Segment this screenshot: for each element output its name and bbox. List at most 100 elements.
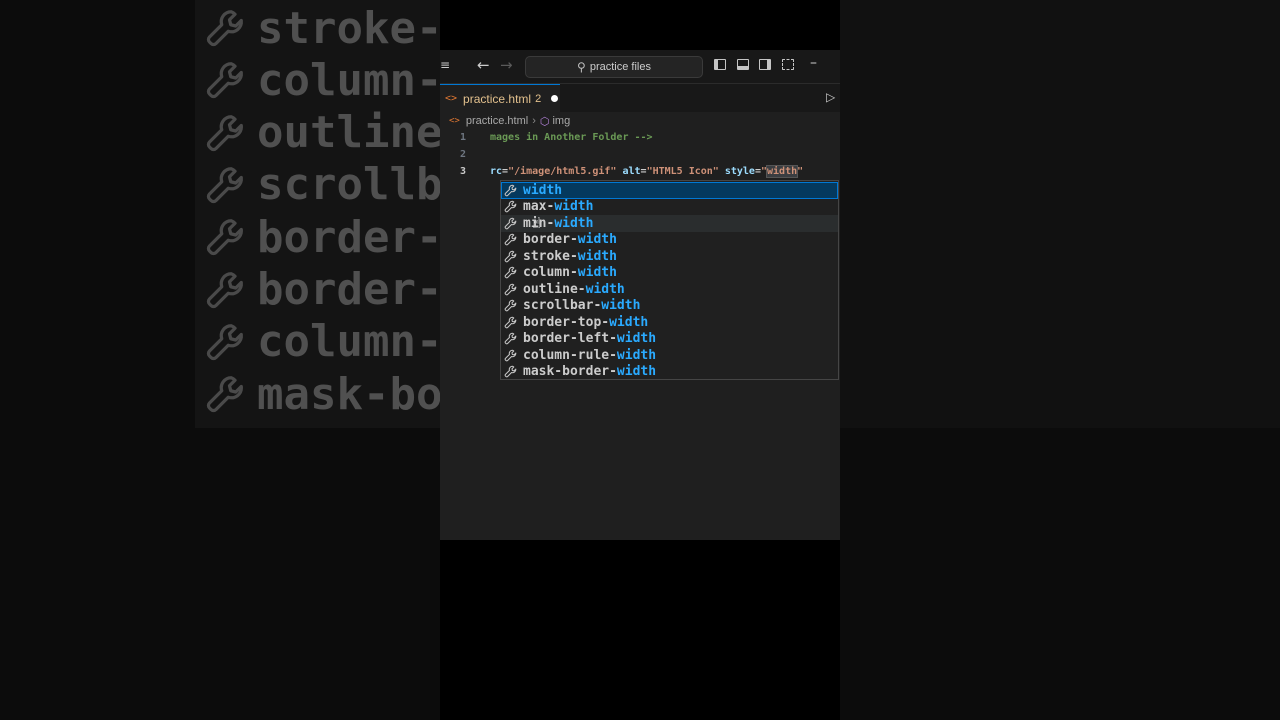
suggestion-prefix: stroke- <box>523 248 578 264</box>
suggestion-match: width <box>577 232 617 248</box>
property-wrench-icon <box>504 184 517 197</box>
suggestion-prefix: border-top- <box>523 314 610 330</box>
background-suggest-row: stroke- <box>205 2 440 54</box>
suggestion-match: width <box>577 248 617 264</box>
suggestion-item[interactable]: border-left-width <box>501 331 838 348</box>
background-suggest-label: outline <box>257 107 440 159</box>
html-file-icon: <> <box>445 93 458 104</box>
suggestion-item[interactable]: outline-width <box>501 281 838 298</box>
html-file-icon: <> <box>449 116 460 126</box>
suggestion-prefix: outline- <box>523 281 586 297</box>
suggestion-item[interactable]: border-top-width <box>501 314 838 331</box>
editor-window: ≡ ← → ⚲ practice files – <> practice.htm… <box>440 50 840 540</box>
wrench-icon <box>206 167 243 204</box>
suggestion-prefix: border-left- <box>523 331 617 347</box>
suggestion-item[interactable]: mask-border-width <box>501 364 838 381</box>
background-right-panel <box>840 0 1280 428</box>
tab-bar: <> practice.html 2 ▷ <box>440 84 840 112</box>
property-wrench-icon <box>504 332 517 345</box>
command-center-search[interactable]: ⚲ practice files <box>525 56 703 78</box>
wrench-icon <box>206 271 243 308</box>
customize-layout-icon[interactable] <box>782 59 794 70</box>
line-number: 2 <box>460 149 467 160</box>
background-suggest-label: stroke- <box>257 2 440 54</box>
mouse-cursor-icon: ☝ <box>532 214 542 232</box>
toggle-primary-sidebar-icon[interactable] <box>714 59 726 70</box>
forward-arrow-icon[interactable]: → <box>500 56 513 74</box>
suggestion-item[interactable]: scrollbar-width <box>501 298 838 315</box>
suggestion-item[interactable]: width <box>501 182 838 199</box>
suggestion-match: width <box>616 331 657 347</box>
suggest-widget: width max-width min-width border-width strok… <box>500 180 839 380</box>
wrench-icon <box>206 10 243 47</box>
breadcrumb: <> practice.html › ⬡ img <box>440 112 840 130</box>
suggestion-match: width <box>616 364 657 380</box>
code-text: mages in Another Folder --> <box>490 132 653 143</box>
background-suggest-label: mask-bo <box>257 368 440 420</box>
property-wrench-icon <box>504 250 517 263</box>
wrench-icon <box>206 219 243 256</box>
background-suggest-label: column- <box>257 316 440 368</box>
wrench-icon <box>206 114 243 151</box>
back-arrow-icon[interactable]: ← <box>477 56 490 74</box>
background-suggest-label: column- <box>257 54 440 106</box>
wrench-icon <box>206 376 243 413</box>
background-right <box>840 0 1280 720</box>
run-icon[interactable]: ▷ <box>826 90 835 104</box>
background-suggest-row: outline <box>205 107 440 159</box>
suggestion-match: width <box>577 265 617 281</box>
tab-label: practice.html <box>463 91 532 106</box>
minimize-icon[interactable]: – <box>810 55 817 71</box>
suggestion-match: width <box>609 314 649 330</box>
background-suggest-label: border- <box>257 264 440 315</box>
toggle-panel-icon[interactable] <box>737 59 749 70</box>
code-line[interactable]: 1 mages in Another Folder --> <box>440 130 840 146</box>
background-suggest-label: scrollb <box>257 159 440 211</box>
search-icon: ⚲ <box>577 60 586 74</box>
property-wrench-icon <box>504 316 517 329</box>
unsaved-dot-icon[interactable] <box>551 95 559 102</box>
background-suggest-row: column- <box>205 54 440 106</box>
suggestion-item[interactable]: stroke-width <box>501 248 838 265</box>
suggestion-item[interactable]: column-rule-width <box>501 347 838 364</box>
background-suggest-row: mask-bo <box>205 368 440 420</box>
symbol-icon: ⬡ <box>539 115 550 128</box>
tab-practice-html[interactable]: <> practice.html 2 <box>440 84 560 112</box>
suggestion-item[interactable]: column-width <box>501 265 838 282</box>
suggestion-prefix: column- <box>523 265 578 281</box>
property-wrench-icon <box>504 233 517 246</box>
breadcrumb-file[interactable]: practice.html <box>466 115 528 127</box>
menu-icon[interactable]: ≡ <box>440 58 450 72</box>
suggestion-prefix: scrollbar- <box>523 298 602 314</box>
background-suggest-row: border- <box>205 211 440 263</box>
wrench-icon <box>206 323 243 360</box>
suggestion-prefix: column-rule- <box>523 347 617 363</box>
suggestion-item[interactable]: max-width <box>501 199 838 216</box>
suggestion-prefix: max- <box>523 199 555 215</box>
background-left: stroke-column-outline scrollb border-borde… <box>0 0 440 720</box>
suggestion-prefix: mask-border- <box>523 364 617 380</box>
chevron-right-icon: › <box>532 115 536 127</box>
suggestion-match: width <box>554 199 594 215</box>
code-line[interactable]: 2 <box>440 147 840 163</box>
background-suggest-row: border- <box>205 264 440 316</box>
suggestion-match: width <box>601 298 641 314</box>
property-wrench-icon <box>504 349 517 362</box>
suggestion-item[interactable]: border-width <box>501 232 838 249</box>
suggestion-match: width <box>554 215 594 231</box>
suggestion-item[interactable]: min-width <box>501 215 838 232</box>
wrench-icon <box>206 62 243 99</box>
breadcrumb-symbol[interactable]: img <box>552 115 570 127</box>
suggestion-match: width <box>523 182 563 198</box>
search-label: practice files <box>589 61 651 73</box>
background-suggest-label: border- <box>257 211 440 263</box>
suggestion-prefix: border- <box>523 232 578 248</box>
code-text: rc="/image/html5.gif" alt="HTML5 Icon" s… <box>490 165 804 178</box>
property-wrench-icon <box>504 200 517 213</box>
suggestion-match: width <box>616 347 657 363</box>
problem-count-badge: 2 <box>535 92 542 105</box>
toggle-secondary-sidebar-icon[interactable] <box>759 59 771 70</box>
code-line[interactable]: 3 rc="/image/html5.gif" alt="HTML5 Icon"… <box>440 164 840 180</box>
property-wrench-icon <box>504 217 517 230</box>
suggestion-match: width <box>585 281 625 297</box>
